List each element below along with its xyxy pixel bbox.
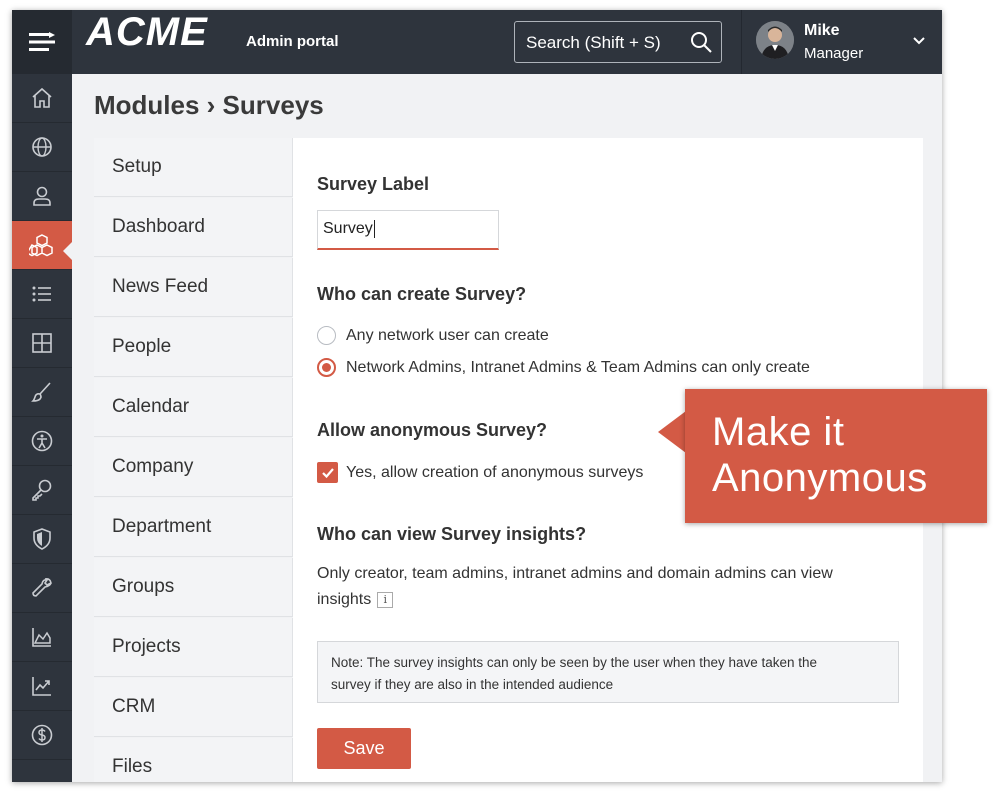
- rail-dollar[interactable]: [12, 711, 72, 760]
- rail-user[interactable]: [12, 172, 72, 221]
- callout-line-1: Make it: [712, 410, 845, 454]
- rail-home[interactable]: [12, 74, 72, 123]
- icon-sidebar: [12, 74, 72, 782]
- menu-button[interactable]: [12, 10, 72, 74]
- logo[interactable]: ACME: [86, 10, 208, 55]
- breadcrumb: Modules › Surveys: [94, 90, 324, 120]
- nav-item-company[interactable]: Company: [94, 438, 293, 497]
- nav-item-crm[interactable]: CRM: [94, 678, 293, 737]
- grid-icon: [32, 333, 52, 353]
- chevron-down-icon[interactable]: [912, 34, 926, 48]
- area-chart-icon: [32, 628, 51, 647]
- insights-heading: Who can view Survey insights?: [317, 524, 587, 544]
- radio-admins-only[interactable]: [317, 358, 336, 377]
- nav-item-groups[interactable]: Groups: [94, 558, 293, 617]
- line-chart-icon: [32, 677, 51, 696]
- nav-item-projects[interactable]: Projects: [94, 618, 293, 677]
- nav-item-files[interactable]: Files: [94, 738, 293, 782]
- insights-description-text: Only creator, team admins, intranet admi…: [317, 565, 833, 608]
- user-name: Mike: [804, 22, 840, 39]
- survey-label-input[interactable]: Survey: [317, 210, 499, 250]
- top-bar: ACME Admin portal Search (Shift + S) Mik…: [12, 10, 942, 74]
- create-option-any-label: Any network user can create: [346, 326, 549, 344]
- survey-label-heading: Survey Label: [317, 174, 430, 194]
- callout-annotation: Make it Anonymous: [685, 389, 987, 523]
- insights-note: Note: The survey insights can only be se…: [317, 641, 899, 703]
- user-icon: [33, 186, 51, 206]
- wrench-icon: [32, 578, 52, 597]
- portal-label: Admin portal: [246, 33, 339, 50]
- active-indicator: [63, 242, 72, 260]
- rail-key[interactable]: [12, 466, 72, 515]
- user-menu[interactable]: Mike Manager: [741, 10, 942, 74]
- search-box[interactable]: Search (Shift + S): [514, 21, 722, 63]
- anon-heading: Allow anonymous Survey?: [317, 420, 548, 440]
- shield-icon: [33, 528, 51, 550]
- nav-item-dashboard[interactable]: Dashboard: [94, 198, 293, 257]
- survey-label-value: Survey: [323, 220, 373, 238]
- nav-item-news-feed[interactable]: News Feed: [94, 258, 293, 317]
- nav-item-people[interactable]: People: [94, 318, 293, 377]
- callout-line-2: Anonymous: [712, 456, 928, 500]
- rail-list[interactable]: [12, 270, 72, 319]
- radio-any-user[interactable]: [317, 326, 336, 345]
- rail-line-chart[interactable]: [12, 662, 72, 711]
- avatar: [756, 21, 794, 59]
- callout-pointer: [658, 411, 686, 453]
- module-nav: Setup Dashboard News Feed People Calenda…: [94, 138, 294, 782]
- rail-wrench[interactable]: [12, 564, 72, 613]
- create-option-admins[interactable]: Network Admins, Intranet Admins & Team A…: [317, 358, 810, 377]
- save-button[interactable]: Save: [317, 728, 411, 769]
- create-option-any[interactable]: Any network user can create: [317, 326, 549, 345]
- note-line-1: Note: The survey insights can only be se…: [331, 655, 818, 670]
- accessibility-icon: [31, 430, 53, 452]
- note-line-2: survey if they are also in the intended …: [331, 677, 614, 692]
- search-icon[interactable]: [689, 30, 713, 54]
- text-caret: [373, 220, 375, 238]
- brush-icon: [31, 382, 51, 402]
- nav-item-department[interactable]: Department: [94, 498, 293, 557]
- create-option-admins-label: Network Admins, Intranet Admins & Team A…: [346, 358, 810, 376]
- nav-item-calendar[interactable]: Calendar: [94, 378, 293, 437]
- globe-icon: [32, 137, 52, 157]
- checkmark-icon: [321, 467, 334, 478]
- rail-more[interactable]: [12, 760, 72, 782]
- dollar-icon: [31, 724, 53, 746]
- user-role: Manager: [804, 45, 864, 62]
- list-icon: [32, 286, 51, 302]
- rail-brush[interactable]: [12, 368, 72, 417]
- rail-globe[interactable]: [12, 123, 72, 172]
- key-icon: [32, 479, 52, 501]
- info-icon[interactable]: i: [377, 591, 394, 608]
- rail-grid[interactable]: [12, 319, 72, 368]
- insights-description: Only creator, team admins, intranet admi…: [317, 561, 877, 613]
- rail-accessibility[interactable]: [12, 417, 72, 466]
- create-heading: Who can create Survey?: [317, 284, 527, 304]
- anon-checkbox[interactable]: [317, 462, 338, 483]
- cubes-icon: [29, 234, 53, 257]
- anon-option[interactable]: Yes, allow creation of anonymous surveys: [317, 462, 643, 483]
- nav-item-setup[interactable]: Setup: [94, 138, 293, 197]
- anon-checkbox-label: Yes, allow creation of anonymous surveys: [346, 463, 644, 481]
- rail-shield[interactable]: [12, 515, 72, 564]
- home-icon: [32, 87, 52, 108]
- hamburger-icon: [29, 32, 55, 51]
- rail-area-chart[interactable]: [12, 613, 72, 662]
- search-placeholder: Search (Shift + S): [526, 33, 661, 52]
